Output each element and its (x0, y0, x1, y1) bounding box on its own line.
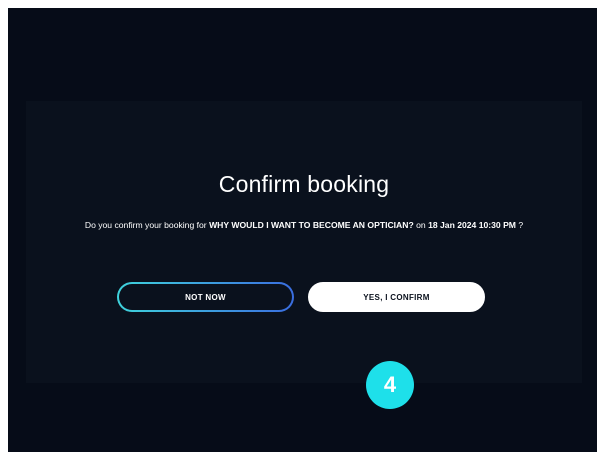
step-number: 4 (383, 372, 397, 397)
step-number-badge: 4 (366, 361, 414, 409)
message-middle: on (413, 220, 429, 230)
dialog-title: Confirm booking (218, 171, 390, 197)
dialog-message: Do you confirm your booking for WHY WOUL… (66, 217, 542, 234)
app-screen: Confirm booking Do you confirm your book… (8, 8, 597, 452)
confirm-booking-dialog: Confirm booking Do you confirm your book… (26, 101, 582, 383)
event-datetime: 18 Jan 2024 10:30 PM (428, 220, 516, 230)
message-prefix: Do you confirm your booking for (84, 220, 210, 230)
confirm-button[interactable]: YES, I CONFIRM (308, 282, 485, 312)
not-now-label: NOT NOW (185, 292, 226, 302)
message-suffix: ? (515, 220, 524, 230)
not-now-button[interactable]: NOT NOW (117, 282, 294, 312)
event-title: WHY WOULD I WANT TO BECOME AN OPTICIAN? (209, 220, 414, 230)
confirm-label: YES, I CONFIRM (363, 292, 430, 302)
